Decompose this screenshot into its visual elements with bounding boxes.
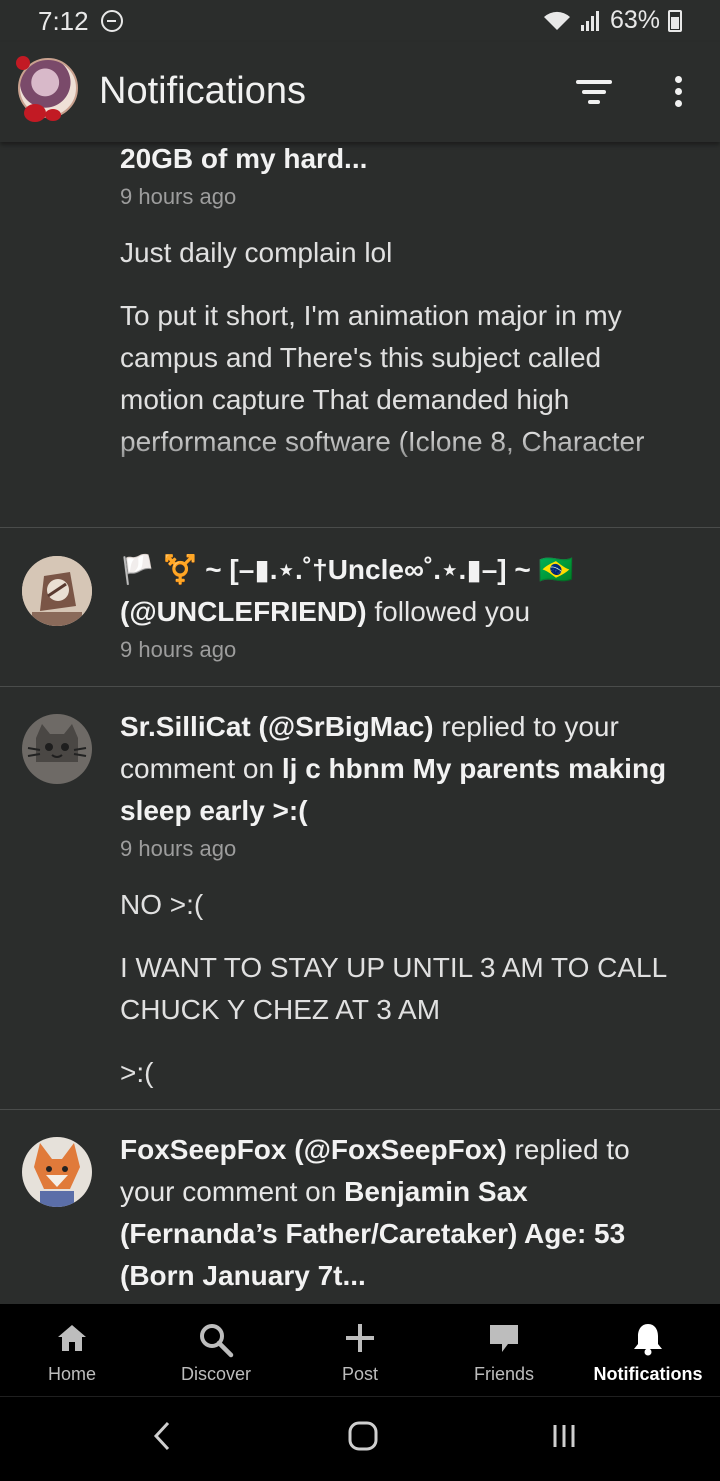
notification-action: followed you	[366, 596, 531, 627]
notification-item[interactable]: Sr.SilliCat (@SrBigMac) replied to your …	[0, 686, 720, 1110]
signal-icon	[580, 10, 599, 31]
notification-title: 🏳️ ⚧️ ~ [–▮.⋆.˚†Uncle∞˚.⋆.▮–] ~ 🇧🇷 (@UNC…	[120, 549, 690, 633]
notification-time: 9 hours ago	[120, 836, 237, 861]
body-paragraph: NO >:(	[120, 889, 204, 920]
text-fade-overlay	[0, 431, 720, 491]
notification-time: 9 hours ago	[120, 184, 237, 209]
username-display[interactable]: Sr.SilliCat (@SrBigMac)	[120, 711, 434, 742]
nav-label: Discover	[180, 1364, 251, 1384]
notification-title: Sr.SilliCat (@SrBigMac) replied to your …	[120, 706, 690, 832]
filter-icon[interactable]	[576, 78, 612, 106]
home-icon	[58, 1325, 86, 1351]
bell-icon	[634, 1324, 662, 1356]
system-navigation-bar	[0, 1396, 720, 1481]
notification-item[interactable]: 🏳️ ⚧️ ~ [–▮.⋆.˚†Uncle∞˚.⋆.▮–] ~ 🇧🇷 (@UNC…	[0, 527, 720, 687]
back-icon[interactable]	[150, 1419, 174, 1453]
notification-item[interactable]: FoxSeepFox (@FoxSeepFox) replied to your…	[0, 1109, 720, 1304]
recent-apps-icon[interactable]	[550, 1419, 580, 1453]
body-paragraph: I WANT TO STAY UP UNTIL 3 AM TO CALL CHU…	[120, 952, 667, 1025]
nav-label: Home	[47, 1364, 96, 1384]
notification-body: Just daily complain lol To put it short,…	[120, 232, 690, 463]
status-time: 7:12	[38, 6, 89, 36]
notification-title: FoxSeepFox (@FoxSeepFox) replied to your…	[120, 1129, 690, 1297]
user-avatar[interactable]	[22, 714, 92, 784]
search-icon	[200, 1324, 234, 1358]
nav-label: Notifications	[593, 1364, 703, 1384]
avatar-cat-icon	[22, 714, 92, 784]
nav-friends[interactable]: Friends	[432, 1304, 576, 1396]
app-header: Notifications	[0, 42, 720, 142]
status-bar: 7:12 63%	[0, 0, 720, 42]
nav-label: Post	[341, 1364, 379, 1384]
profile-avatar[interactable]	[16, 56, 78, 122]
nav-label: Friends	[473, 1364, 535, 1384]
user-avatar[interactable]	[22, 556, 92, 626]
page-title: Notifications	[99, 70, 306, 112]
nav-notifications[interactable]: Notifications	[576, 1304, 720, 1396]
notification-item[interactable]: 20GB of my hard... 9 hours ago Just dail…	[0, 142, 720, 528]
nav-post[interactable]: Post	[288, 1304, 432, 1396]
body-paragraph: Just daily complain lol	[120, 237, 393, 268]
notification-feed[interactable]: 20GB of my hard... 9 hours ago Just dail…	[0, 142, 720, 1304]
notification-body: NO >:( I WANT TO STAY UP UNTIL 3 AM TO C…	[120, 884, 690, 1094]
avatar-fox-icon	[22, 1137, 92, 1207]
battery-percentage: 63%	[609, 6, 660, 34]
nav-home[interactable]: Home	[0, 1304, 144, 1396]
bottom-navigation: Home Discover Post Friends Notifications	[0, 1304, 720, 1396]
more-options-icon[interactable]	[668, 76, 688, 108]
wifi-icon	[543, 11, 570, 30]
avatar-art-icon	[22, 556, 92, 626]
user-avatar[interactable]	[22, 1137, 92, 1207]
battery-icon	[668, 9, 682, 32]
username-display[interactable]: FoxSeepFox (@FoxSeepFox)	[120, 1134, 507, 1165]
do-not-disturb-icon	[101, 10, 123, 32]
nav-discover[interactable]: Discover	[144, 1304, 288, 1396]
username-display[interactable]: 🏳️ ⚧️ ~ [–▮.⋆.˚†Uncle∞˚.⋆.▮–] ~ 🇧🇷	[120, 554, 573, 585]
username-handle[interactable]: (@UNCLEFRIEND)	[120, 596, 367, 627]
home-button-icon[interactable]	[346, 1419, 380, 1453]
body-paragraph: >:(	[120, 1057, 154, 1088]
plus-icon	[346, 1324, 374, 1352]
notification-time: 9 hours ago	[120, 637, 237, 662]
chat-icon	[490, 1325, 518, 1352]
status-indicators: 63%	[542, 6, 682, 35]
notification-post-title: 20GB of my hard...	[120, 143, 368, 174]
